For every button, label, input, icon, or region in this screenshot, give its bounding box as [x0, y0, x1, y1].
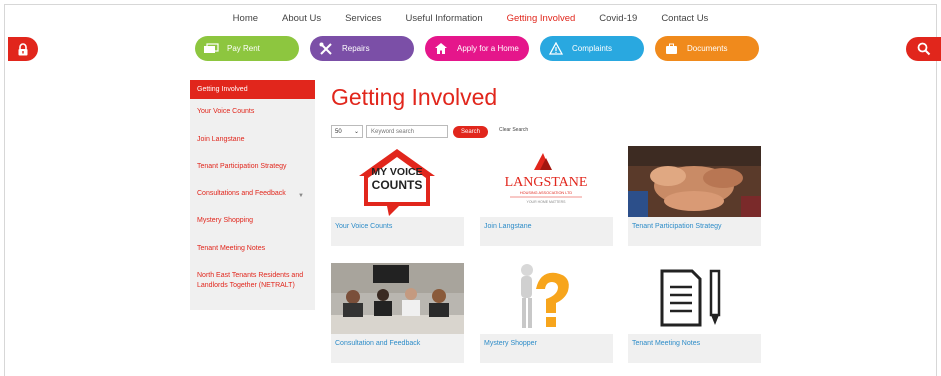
nav-services[interactable]: Services	[333, 13, 393, 24]
sidebar-item-join-langstane[interactable]: Join Langstane	[190, 135, 308, 145]
figure-question-mark-image	[480, 263, 613, 334]
repairs-button[interactable]: Repairs	[310, 36, 414, 61]
pay-rent-button[interactable]: Pay Rent	[195, 36, 299, 61]
quick-actions: Pay Rent Repairs Apply for a Home Compla…	[195, 36, 759, 61]
card-consultation-and-feedback[interactable]: Consultation and Feedback	[331, 263, 464, 363]
nav-home[interactable]: Home	[221, 13, 270, 24]
card-tenant-participation-strategy[interactable]: Tenant Participation Strategy	[628, 146, 761, 246]
nav-covid-19[interactable]: Covid-19	[587, 13, 649, 24]
lock-icon	[18, 42, 28, 55]
apply-for-a-home-button[interactable]: Apply for a Home	[425, 36, 529, 61]
card-caption: Tenant Participation Strategy	[632, 223, 722, 230]
card-caption: Join Langstane	[484, 223, 532, 230]
section-sidebar: Getting Involved Your Voice Counts Join …	[190, 80, 315, 310]
logo-line-1: MY VOICE	[371, 166, 422, 178]
sidebar-item-consultations-and-feedback[interactable]: Consultations and Feedback ▼	[190, 189, 308, 199]
tools-icon	[318, 42, 334, 56]
card-caption: Tenant Meeting Notes	[632, 340, 701, 347]
sidebar-heading[interactable]: Getting Involved	[190, 80, 315, 99]
group-meeting-photo	[331, 263, 464, 334]
cash-icon	[203, 42, 219, 56]
keyword-search-input[interactable]: Keyword search	[366, 125, 448, 138]
logo-subtitle: HOUSING ASSOCIATION LTD	[520, 191, 572, 195]
chevron-down-icon: ⌄	[353, 129, 359, 135]
search-filters: 50 ⌄ Keyword search Search Clear Search	[331, 125, 528, 138]
card-mystery-shopper[interactable]: Mystery Shopper	[480, 263, 613, 363]
sidebar-item-label: Consultations and Feedback	[197, 190, 286, 197]
per-page-select[interactable]: 50 ⌄	[331, 125, 363, 138]
nav-about-us[interactable]: About Us	[270, 13, 333, 24]
complaints-label: Complaints	[572, 44, 613, 53]
chevron-down-icon[interactable]: ▼	[298, 191, 304, 201]
logo-name: LANGSTANE	[505, 175, 588, 190]
logo-line-2: COUNTS	[372, 178, 423, 192]
sidebar-item-your-voice-counts[interactable]: Your Voice Counts	[190, 107, 308, 117]
sidebar-item-netralt[interactable]: North East Tenants Residents and Landlor…	[190, 271, 308, 291]
per-page-value: 50	[335, 128, 342, 135]
card-join-langstane[interactable]: LANGSTANE HOUSING ASSOCIATION LTD YOUR H…	[480, 146, 613, 246]
warning-icon	[548, 42, 564, 56]
nav-contact-us[interactable]: Contact Us	[649, 13, 720, 24]
keyword-search-placeholder: Keyword search	[371, 128, 415, 135]
langstane-logo: LANGSTANE HOUSING ASSOCIATION LTD YOUR H…	[480, 146, 613, 217]
search-button[interactable]: Search	[453, 125, 488, 138]
logo-tagline: YOUR HOME MATTERS	[526, 200, 566, 204]
hands-together-photo	[628, 146, 761, 217]
sidebar-item-tenant-meeting-notes[interactable]: Tenant Meeting Notes	[190, 244, 308, 254]
nav-useful-information[interactable]: Useful Information	[394, 13, 495, 24]
document-pen-icon	[628, 263, 761, 334]
card-caption: Your Voice Counts	[335, 223, 393, 230]
card-caption: Mystery Shopper	[484, 340, 537, 347]
card-your-voice-counts[interactable]: MY VOICE COUNTS Your Voice Counts	[331, 146, 464, 246]
page-title: Getting Involved	[331, 84, 498, 110]
complaints-button[interactable]: Complaints	[540, 36, 644, 61]
pay-rent-label: Pay Rent	[227, 44, 260, 53]
repairs-label: Repairs	[342, 44, 370, 53]
sidebar-item-tenant-participation-strategy[interactable]: Tenant Participation Strategy	[190, 162, 308, 172]
clear-search-link[interactable]: Clear Search	[499, 127, 528, 133]
search-icon	[917, 42, 930, 56]
login-tab[interactable]	[8, 37, 38, 61]
nav-getting-involved[interactable]: Getting Involved	[495, 13, 588, 24]
apply-for-a-home-label: Apply for a Home	[457, 44, 519, 53]
briefcase-icon	[663, 42, 679, 56]
documents-label: Documents	[687, 44, 728, 53]
card-caption: Consultation and Feedback	[335, 340, 421, 347]
my-voice-counts-logo: MY VOICE COUNTS	[331, 146, 464, 217]
search-tab[interactable]	[906, 37, 941, 61]
house-icon	[433, 42, 449, 56]
sidebar-item-mystery-shopping[interactable]: Mystery Shopping	[190, 216, 308, 226]
card-tenant-meeting-notes[interactable]: Tenant Meeting Notes	[628, 263, 761, 363]
documents-button[interactable]: Documents	[655, 36, 759, 61]
top-nav: Home About Us Services Useful Informatio…	[0, 13, 941, 24]
